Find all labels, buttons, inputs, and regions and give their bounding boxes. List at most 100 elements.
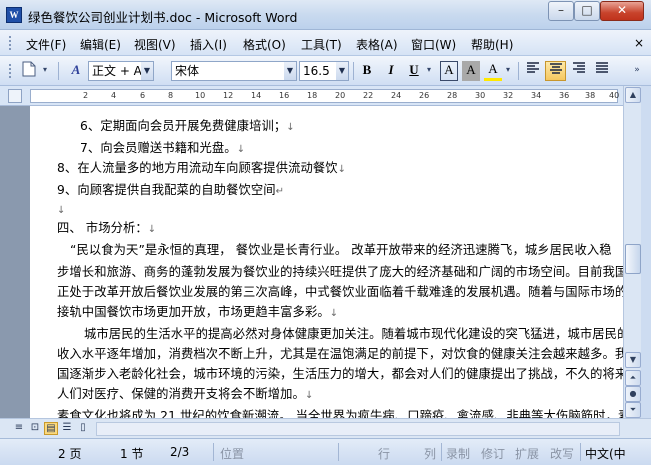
doc-line: 国逐渐步入老龄化社会，城市环境的污染，生活压力的增大，都会对人们的健康提出了挑战… xyxy=(57,367,623,381)
status-separator xyxy=(580,443,581,461)
web-layout-view-icon[interactable]: ⊡ xyxy=(28,422,42,435)
doc-line: 人们对医疗、保健的消费开支将会不断增加。↓ xyxy=(57,387,314,401)
status-separator xyxy=(441,443,442,461)
outline-view-icon[interactable]: ☰ xyxy=(60,422,74,435)
ruler-strip[interactable]: 2 4 6 8 10 12 14 16 18 20 22 24 26 28 30… xyxy=(30,89,620,103)
scroll-down-arrow-icon[interactable]: ▼ xyxy=(625,352,641,368)
ruler-number: 6 xyxy=(140,91,146,100)
doc-line: 步增长和旅游、商务的蓬勃发展为餐饮业的持续兴旺提供了庞大的经济基础和广阔的市场空… xyxy=(57,265,623,279)
ruler-number: 22 xyxy=(363,91,374,100)
doc-line: 8、在人流量多的地方用流动车向顾客提供流动餐饮↓ xyxy=(57,161,347,175)
horizontal-ruler[interactable]: 2 4 6 8 10 12 14 16 18 20 22 24 26 28 30… xyxy=(0,86,651,106)
formatting-toolbar: ▾ A 正文 + Aria ▼ 宋体 ▼ 16.5 ▼ B I U ▾ A A … xyxy=(0,56,651,86)
scroll-up-arrow-icon[interactable]: ▲ xyxy=(625,87,641,103)
status-line: 行 xyxy=(378,447,391,461)
justify-icon[interactable] xyxy=(592,61,612,81)
doc-line: 收入水平逐年增加，消费档次不断上升，尤其是在温饱满足的前提下，对饮食的健康关注会… xyxy=(57,347,623,361)
menu-tools[interactable]: 工具(T) xyxy=(301,36,342,53)
style-select[interactable]: 正文 + Aria ▼ xyxy=(88,61,154,81)
underline-dropdown-arrow-icon[interactable]: ▾ xyxy=(424,61,434,81)
close-document-icon[interactable]: × xyxy=(634,36,644,50)
normal-view-icon[interactable]: ≡ xyxy=(12,422,26,435)
maximize-button[interactable]: □ xyxy=(574,1,600,21)
font-scale-dropdown-arrow-icon[interactable]: ▾ xyxy=(503,61,513,81)
ruler-number: 10 xyxy=(195,91,206,100)
ruler-number: 12 xyxy=(223,91,234,100)
font-value: 宋体 xyxy=(175,64,200,78)
menu-help[interactable]: 帮助(H) xyxy=(471,36,513,53)
character-border-button[interactable]: A xyxy=(440,61,458,81)
ruler-number: 8 xyxy=(168,91,174,100)
ruler-number: 36 xyxy=(559,91,570,100)
status-position: 位置 xyxy=(220,447,245,461)
toolbar-options-chevron-icon[interactable]: ▾ xyxy=(40,61,50,81)
style-dropdown-arrow-icon[interactable]: ▼ xyxy=(141,62,153,80)
ruler-number: 20 xyxy=(335,91,346,100)
status-separator xyxy=(213,443,214,461)
toolbar-separator xyxy=(518,62,519,80)
status-overtype[interactable]: 改写 xyxy=(550,445,574,462)
select-browse-object-icon[interactable]: ● xyxy=(625,386,641,402)
minimize-button[interactable]: – xyxy=(548,1,574,21)
status-record-macro[interactable]: 录制 xyxy=(446,445,470,462)
menu-format[interactable]: 格式(O) xyxy=(243,36,286,53)
ruler-number: 40 xyxy=(609,91,620,100)
ruler-number: 30 xyxy=(475,91,486,100)
menu-file[interactable]: 文件(F) xyxy=(26,36,66,53)
ruler-number: 14 xyxy=(251,91,262,100)
doc-line: 接轨中国餐饮市场更加开放，市场更趋丰富多彩。↓ xyxy=(57,305,339,319)
doc-line: 6、定期面向会员开展免费健康培训；↓ xyxy=(80,119,295,133)
new-document-icon[interactable] xyxy=(20,61,38,81)
word-app-icon[interactable]: W xyxy=(6,7,22,23)
status-track-changes[interactable]: 修订 xyxy=(481,445,505,462)
print-layout-view-icon[interactable]: ▤ xyxy=(44,422,58,435)
ruler-number: 4 xyxy=(111,91,117,100)
font-scale-button[interactable]: A xyxy=(484,61,502,81)
menu-edit[interactable]: 编辑(E) xyxy=(80,36,121,53)
previous-page-icon[interactable]: ⏶ xyxy=(625,370,641,386)
menu-window[interactable]: 窗口(W) xyxy=(411,36,456,53)
align-left-icon[interactable] xyxy=(523,61,543,81)
tab-selector-icon[interactable] xyxy=(8,89,22,103)
toolbar-overflow-chevron-icon[interactable]: » xyxy=(630,61,644,81)
align-right-icon[interactable] xyxy=(569,61,589,81)
font-dropdown-arrow-icon[interactable]: ▼ xyxy=(284,62,296,80)
document-page[interactable]: 6、定期面向会员开展免费健康培训；↓ 7、向会员赠送书籍和光盘。↓ 8、在人流量… xyxy=(30,106,623,418)
ruler-number: 38 xyxy=(585,91,596,100)
doc-line: 城市居民的生活水平的提高必然对身体健康更加关注。随着城市现代化建设的突飞猛进，城… xyxy=(84,327,623,341)
menu-view[interactable]: 视图(V) xyxy=(134,36,176,53)
close-button[interactable]: ✕ xyxy=(600,1,644,21)
toolbar-separator xyxy=(353,62,354,80)
menu-table[interactable]: 表格(A) xyxy=(356,36,398,53)
ruler-number: 16 xyxy=(279,91,290,100)
status-extend-selection[interactable]: 扩展 xyxy=(515,445,539,462)
ruler-number: 26 xyxy=(419,91,430,100)
scroll-thumb[interactable] xyxy=(625,244,641,274)
status-language[interactable]: 中文(中 xyxy=(585,445,626,462)
next-page-icon[interactable]: ⏷ xyxy=(625,402,641,418)
align-center-icon[interactable] xyxy=(545,61,566,81)
font-select[interactable]: 宋体 ▼ xyxy=(171,61,297,81)
menu-bar: 文件(F) 编辑(E) 视图(V) 插入(I) 格式(O) 工具(T) 表格(A… xyxy=(0,30,651,56)
horizontal-scrollbar[interactable] xyxy=(96,422,620,436)
bold-button[interactable]: B xyxy=(358,61,376,81)
ruler-number: 34 xyxy=(531,91,542,100)
font-size-select[interactable]: 16.5 ▼ xyxy=(299,61,349,81)
doc-line: “民以食为天”是永恒的真理， 餐饮业是长青行业。 改革开放带来的经济迅速腾飞，城… xyxy=(70,243,612,257)
toolbar-grip-handle[interactable] xyxy=(8,63,12,79)
underline-button[interactable]: U xyxy=(405,61,423,81)
ruler-number: 32 xyxy=(503,91,514,100)
ruler-number: 18 xyxy=(307,91,318,100)
doc-line: 四、 市场分析：↓ xyxy=(57,221,157,235)
font-size-dropdown-arrow-icon[interactable]: ▼ xyxy=(336,62,348,80)
ruler-number: 2 xyxy=(83,91,89,100)
reading-layout-view-icon[interactable]: ▯ xyxy=(76,422,90,435)
menubar-grip-handle[interactable] xyxy=(8,35,12,51)
styles-and-formatting-icon[interactable]: A xyxy=(66,61,86,81)
doc-line: 正处于改革开放后餐饮业发展的第三次高峰，中式餐饮业面临着千载难逢的发展机遇。随着… xyxy=(57,285,623,299)
doc-line: 7、向会员赠送书籍和光盘。↓ xyxy=(80,141,246,155)
character-shading-button[interactable]: A xyxy=(462,61,480,81)
menu-insert[interactable]: 插入(I) xyxy=(190,36,227,53)
vertical-scrollbar[interactable]: ▲ ▼ ⏶ ● ⏷ xyxy=(623,86,641,418)
italic-button[interactable]: I xyxy=(382,61,400,81)
